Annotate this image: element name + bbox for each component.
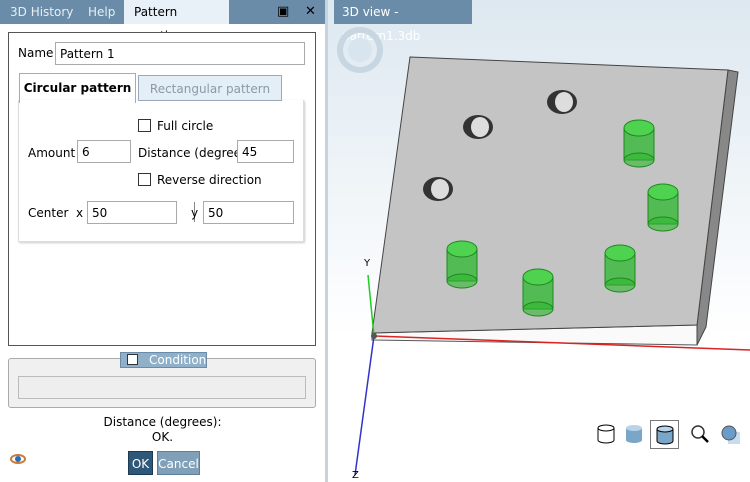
cylinder — [446, 240, 478, 289]
amount-label: Amount — [28, 146, 76, 160]
y-axis — [367, 274, 375, 337]
center-y-input[interactable] — [203, 201, 294, 224]
name-label: Name — [18, 46, 54, 60]
cylinder — [604, 244, 636, 293]
tab-pattern-creation[interactable]: Pattern creation — [124, 0, 229, 43]
center-label: Center — [28, 206, 69, 220]
z-axis-label: Z — [352, 470, 359, 481]
condition-input[interactable] — [18, 376, 306, 399]
tab-rectangular-pattern[interactable]: Rectangular pattern — [138, 75, 282, 101]
3d-view[interactable]: 3D view - pattern1.3db Y Z — [328, 0, 750, 482]
full-circle-checkbox[interactable] — [138, 119, 151, 132]
y-text: y — [191, 206, 199, 220]
center-y-label: y — [191, 206, 198, 220]
view-options-icon[interactable] — [720, 424, 742, 446]
ok-button[interactable]: OK — [128, 451, 153, 475]
cylinder — [522, 268, 554, 317]
name-input[interactable] — [55, 42, 305, 65]
status-line-1: Distance (degrees): — [103, 415, 222, 429]
tab-circular-pattern[interactable]: Circular pattern — [19, 73, 136, 103]
panel-tabs: 3D History Help Pattern creation ▣ ✕ — [0, 0, 325, 43]
reverse-direction-checkbox[interactable] — [138, 173, 151, 186]
reverse-direction-label: Reverse direction — [157, 173, 262, 187]
status-line-2: OK. — [151, 430, 174, 444]
circular-pattern-content: Full circle Amount Distance (degrees) Re… — [18, 100, 304, 242]
condition-group: Condition — [8, 352, 316, 408]
distance-label: Distance (degrees) — [138, 146, 252, 160]
close-icon[interactable]: ✕ — [305, 0, 316, 24]
eye-icon[interactable] — [10, 454, 26, 464]
distance-input[interactable] — [237, 140, 294, 163]
tab-help[interactable]: Help — [88, 0, 115, 24]
center-x-label: x — [76, 206, 84, 220]
full-circle-label: Full circle — [157, 119, 214, 133]
shaded-edges-view-icon[interactable] — [650, 420, 679, 449]
3d-scene[interactable] — [328, 0, 750, 482]
condition-header[interactable]: Condition — [120, 352, 207, 368]
shaded-view-icon[interactable] — [624, 424, 644, 444]
cylinder — [647, 183, 679, 232]
wireframe-view-icon[interactable] — [596, 424, 616, 444]
maximize-icon[interactable]: ▣ — [277, 0, 289, 24]
z-axis — [354, 335, 375, 476]
pattern-panel: 3D History Help Pattern creation ▣ ✕ Nam… — [0, 0, 325, 482]
cancel-button[interactable]: Cancel — [157, 451, 200, 475]
tab-3d-history[interactable]: 3D History — [10, 0, 73, 24]
center-x-input[interactable] — [87, 201, 177, 224]
view-cube-icon — [337, 27, 383, 73]
cylinder — [623, 119, 655, 168]
y-axis-label: Y — [364, 258, 371, 269]
amount-input[interactable] — [77, 140, 131, 163]
condition-label: Condition — [149, 353, 207, 367]
condition-checkbox[interactable] — [127, 354, 138, 365]
zoom-fit-icon[interactable] — [690, 424, 710, 444]
status-message: Distance (degrees): OK. — [0, 415, 325, 445]
